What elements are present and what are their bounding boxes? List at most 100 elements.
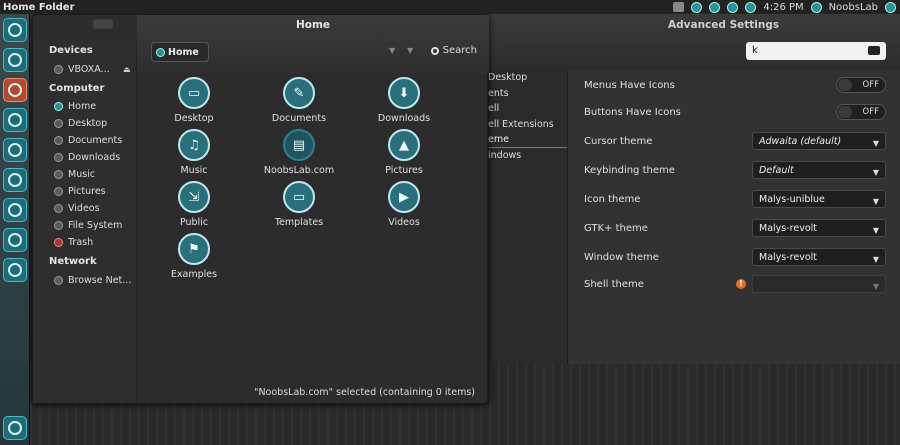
shell-theme-combo[interactable]: ▼	[752, 275, 886, 293]
dash-home-icon[interactable]	[3, 18, 27, 42]
chevron-down-icon[interactable]: ▼	[389, 46, 395, 55]
settings-search-input[interactable]: k	[746, 42, 886, 60]
cursor-theme-row: Cursor theme Adwaita (default) ▼	[584, 130, 886, 152]
setting-label: Shell theme	[584, 278, 644, 290]
bluetooth-icon[interactable]	[745, 1, 757, 13]
app-launcher-icon-2[interactable]	[3, 138, 27, 162]
downloads-icon	[54, 153, 63, 162]
search-icon	[430, 46, 439, 55]
path-home-button[interactable]: Home	[151, 42, 209, 62]
icon-theme-row: Icon theme Malys-uniblue ▼	[584, 188, 886, 210]
file-label: Documents	[271, 113, 327, 124]
public-folder-icon: ⇲	[178, 181, 210, 213]
file-label: Public	[179, 217, 209, 228]
sidebar-item-music[interactable]: Music	[54, 169, 95, 180]
sidebar-item-theme[interactable]: eme	[488, 132, 567, 148]
combo-value: Malys-revolt	[759, 252, 817, 263]
sidebar-item-label: Trash	[68, 237, 94, 248]
search-label: Search	[442, 45, 477, 56]
folder-examples[interactable]: ⚑ Examples	[149, 233, 239, 280]
search-button[interactable]: Search	[430, 45, 477, 56]
file-label: Examples	[170, 269, 218, 280]
eject-icon[interactable]: ⏏	[123, 65, 131, 74]
setting-label: Buttons Have Icons	[584, 106, 681, 118]
app-launcher-icon-1[interactable]	[3, 108, 27, 132]
keyboard-icon[interactable]	[709, 1, 721, 13]
combo-value: Malys-revolt	[759, 223, 817, 234]
sidebar-item-browse-network[interactable]: Browse Net...	[54, 275, 131, 286]
file-grid: ▭ Desktop ✎ Documents ⬇ Downloads ♫ Music ▤ N…	[137, 73, 489, 383]
desktop-icon	[54, 119, 63, 128]
app-launcher-icon-5[interactable]	[3, 228, 27, 252]
file-label: Desktop	[174, 113, 214, 124]
desktop-folder-icon: ▭	[178, 77, 210, 109]
sidebar-item-label: Browse Net...	[68, 275, 132, 286]
setting-label: Cursor theme	[584, 135, 653, 147]
warning-icon: !	[736, 279, 746, 289]
sidebar-item-vboxa[interactable]: VBOXA...	[54, 64, 110, 75]
sidebar-item-windows[interactable]: indows	[488, 148, 567, 164]
sidebar-item-home[interactable]: Home	[54, 101, 96, 112]
clock[interactable]: 4:26 PM	[763, 2, 803, 13]
app-launcher-icon-3[interactable]	[3, 168, 27, 192]
folder-pictures[interactable]: ▲ Pictures	[359, 129, 449, 176]
user-icon[interactable]	[810, 1, 822, 13]
folder-videos[interactable]: ▶ Videos	[359, 181, 449, 228]
search-value: k	[752, 45, 758, 56]
chevron-down-icon: ▼	[872, 139, 879, 148]
app-launcher-icon-4[interactable]	[3, 198, 27, 222]
power-icon[interactable]	[885, 1, 896, 13]
user-name[interactable]: NoobsLab	[829, 2, 878, 13]
chevron-down-icon[interactable]: ▼	[407, 46, 413, 55]
folder-public[interactable]: ⇲ Public	[149, 181, 239, 228]
music-folder-icon: ♫	[178, 129, 210, 161]
volume-icon[interactable]	[727, 1, 739, 13]
sidebar-item-shell[interactable]: ell	[488, 101, 567, 117]
active-window-title: Home Folder	[3, 1, 75, 13]
cursor-theme-combo[interactable]: Adwaita (default) ▼	[752, 132, 886, 150]
system-tray: 4:26 PM NoobsLab	[673, 0, 896, 14]
gtk-theme-combo[interactable]: Malys-revolt ▼	[752, 219, 886, 237]
menus-have-icons-toggle[interactable]: OFF	[836, 77, 886, 93]
browser-launcher-icon[interactable]	[3, 78, 27, 102]
places-sidebar: Devices VBOXA... ⏏ Computer Home Desktop…	[33, 39, 137, 403]
combo-value: Adwaita (default)	[759, 136, 842, 147]
advanced-settings-sidebar: Desktop ents ell ell Extensions eme indo…	[488, 70, 568, 364]
sidebar-item-trash[interactable]: Trash	[54, 237, 93, 248]
sidebar-item-documents[interactable]: Documents	[54, 135, 122, 146]
folder-desktop[interactable]: ▭ Desktop	[149, 77, 239, 124]
sidebar-item-desktop[interactable]: Desktop	[54, 118, 107, 129]
buttons-have-icons-toggle[interactable]: OFF	[836, 104, 886, 120]
icon-theme-combo[interactable]: Malys-uniblue ▼	[752, 190, 886, 208]
window-controls[interactable]	[93, 19, 113, 29]
drive-icon	[54, 65, 63, 74]
clear-search-icon[interactable]	[868, 46, 880, 55]
keybinding-theme-combo[interactable]: Default ▼	[752, 161, 886, 179]
sidebar-item-desktop[interactable]: Desktop	[488, 70, 567, 86]
status-bar: "NoobsLab.com" selected (containing 0 it…	[254, 387, 475, 398]
folder-music[interactable]: ♫ Music	[149, 129, 239, 176]
folder-documents[interactable]: ✎ Documents	[254, 77, 344, 124]
sidebar-item-pictures[interactable]: Pictures	[54, 186, 106, 197]
folder-downloads[interactable]: ⬇ Downloads	[359, 77, 449, 124]
mail-icon[interactable]	[673, 2, 685, 12]
home-icon	[54, 102, 63, 111]
sidebar-item-videos[interactable]: Videos	[54, 203, 100, 214]
window-theme-row: Window theme Malys-revolt ▼	[584, 246, 886, 268]
sidebar-item-label: File System	[68, 220, 123, 231]
folder-noobslab[interactable]: ▤ NoobsLab.com	[254, 129, 344, 176]
network-icon[interactable]	[691, 1, 703, 13]
sidebar-item-fonts[interactable]: ents	[488, 86, 567, 102]
app-launcher-icon-6[interactable]	[3, 258, 27, 282]
downloads-folder-icon: ⬇	[388, 77, 420, 109]
sidebar-item-shell-extensions[interactable]: ell Extensions	[488, 117, 567, 133]
folder-templates[interactable]: ▭ Templates	[254, 181, 344, 228]
file-label: Videos	[388, 217, 420, 228]
sidebar-item-file-system[interactable]: File System	[54, 220, 122, 231]
trash-launcher-icon[interactable]	[3, 416, 27, 440]
files-launcher-icon[interactable]	[3, 48, 27, 72]
window-theme-combo[interactable]: Malys-revolt ▼	[752, 248, 886, 266]
file-label: Music	[180, 165, 208, 176]
sidebar-item-downloads[interactable]: Downloads	[54, 152, 120, 163]
toggle-state: OFF	[862, 107, 879, 117]
